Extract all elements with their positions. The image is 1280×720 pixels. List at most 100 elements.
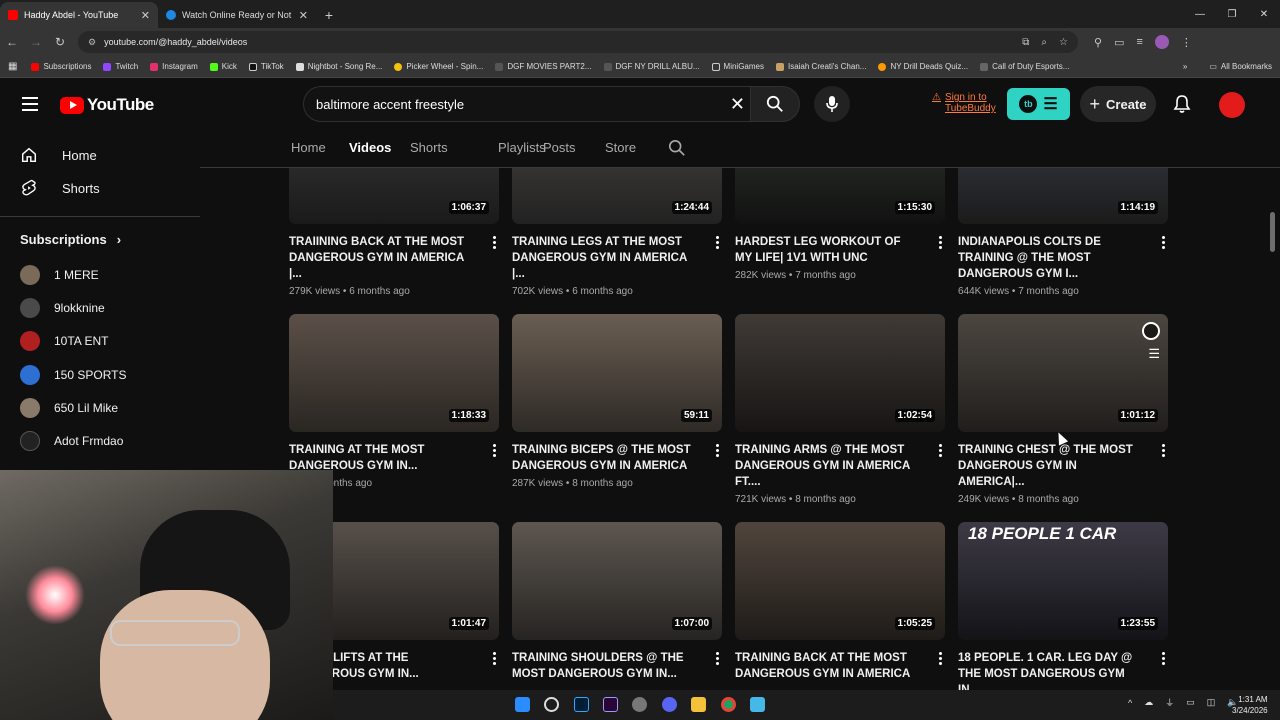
add-to-queue-icon[interactable]: ☰: [1148, 346, 1160, 362]
bookmark-item[interactable]: DGF NY DRILL ALBU...: [603, 62, 700, 71]
more-options-icon[interactable]: [1162, 444, 1166, 457]
tubebuddy-button[interactable]: tb ☰: [1007, 88, 1070, 120]
tubebuddy-signin-link[interactable]: ⚠ Sign in to TubeBuddy: [932, 92, 996, 114]
scrollbar-thumb[interactable]: [1270, 212, 1275, 252]
usb-icon[interactable]: ⏚: [1165, 696, 1174, 709]
tab-videos[interactable]: Videos: [349, 140, 391, 155]
video-title[interactable]: TRAINING LEGS AT THE MOST DANGEROUS GYM …: [512, 234, 697, 282]
video-title[interactable]: TRAINING SHOULDERS @ THE MOST DANGEROUS …: [512, 650, 697, 682]
video-card[interactable]: 1:07:00 TRAINING SHOULDERS @ THE MOST DAN…: [512, 522, 722, 686]
start-icon[interactable]: [515, 697, 530, 712]
more-options-icon[interactable]: [716, 236, 720, 249]
back-icon[interactable]: ←: [0, 30, 24, 54]
video-card[interactable]: 1:05:25 TRAINING BACK AT THE MOST DANGERO…: [735, 522, 945, 686]
close-tab-icon[interactable]: ✕: [299, 9, 308, 22]
tab-home[interactable]: Home: [291, 140, 326, 155]
bookmark-item[interactable]: MiniGames: [711, 62, 764, 71]
create-button[interactable]: + Create: [1080, 86, 1156, 122]
video-thumbnail[interactable]: 1:01:12 ☰: [958, 314, 1168, 432]
tab-playlists[interactable]: Playlists: [498, 140, 546, 155]
install-app-icon[interactable]: ⧉: [1022, 37, 1029, 48]
address-bar[interactable]: ⚙ youtube.com/@haddy_abdel/videos ⧉ ⌕ ☆: [78, 31, 1078, 53]
tab-store[interactable]: Store: [605, 140, 636, 155]
video-title[interactable]: TRAINING ARMS @ THE MOST DANGEROUS GYM I…: [735, 442, 920, 490]
app-icon[interactable]: [632, 697, 647, 712]
video-thumbnail[interactable]: 1:05:25: [735, 522, 945, 640]
bookmark-star-icon[interactable]: ☆: [1059, 37, 1068, 48]
video-card[interactable]: 1:18:33 TRAINING AT THE MOST DANGEROUS GY…: [289, 314, 499, 489]
discord-icon[interactable]: [662, 697, 677, 712]
premiere-icon[interactable]: [603, 697, 618, 712]
notepad-icon[interactable]: [750, 697, 765, 712]
search-button[interactable]: [750, 86, 800, 122]
video-thumbnail[interactable]: 18 PEOPLE 1 CAR 1:23:55: [958, 522, 1168, 640]
hamburger-menu-icon[interactable]: [22, 97, 38, 111]
sidebar-item-home[interactable]: Home: [20, 146, 97, 164]
video-card[interactable]: 18 PEOPLE 1 CAR 1:23:55 18 PEOPLE. 1 CAR. …: [958, 522, 1168, 702]
bookmark-item[interactable]: Call of Duty Esports...: [980, 62, 1069, 71]
clear-search-icon[interactable]: ✕: [730, 94, 745, 115]
more-options-icon[interactable]: [939, 652, 943, 665]
chevron-up-icon[interactable]: ^: [1128, 698, 1132, 708]
network-icon[interactable]: ◫: [1207, 697, 1216, 708]
more-options-icon[interactable]: [939, 236, 943, 249]
more-options-icon[interactable]: [1162, 236, 1166, 249]
zoom-icon[interactable]: ⌕: [1041, 37, 1047, 48]
taskbar-clock[interactable]: 1:31 AM 3/24/2026: [1232, 694, 1268, 716]
more-bookmarks-icon[interactable]: »: [1183, 62, 1187, 71]
chrome-icon[interactable]: [721, 697, 736, 712]
video-card[interactable]: 1:01:12 ☰ TRAINING CHEST @ THE MOST DANGER…: [958, 314, 1168, 505]
all-bookmarks-button[interactable]: All Bookmarks: [1221, 62, 1272, 71]
more-options-icon[interactable]: [493, 236, 497, 249]
video-title[interactable]: TRAIINING BACK AT THE MOST DANGEROUS GYM…: [289, 234, 474, 282]
video-card[interactable]: 1:02:54 TRAINING ARMS @ THE MOST DANGEROU…: [735, 314, 945, 505]
bookmark-item[interactable]: DGF MOVIES PART2...: [495, 62, 592, 71]
voice-search-button[interactable]: [814, 86, 850, 122]
video-title[interactable]: HARDEST LEG WORKOUT OF MY LIFE| 1v1 WITH…: [735, 234, 920, 266]
reload-icon[interactable]: ↻: [48, 30, 72, 54]
extensions-icon[interactable]: ⚲: [1094, 36, 1102, 49]
more-options-icon[interactable]: [493, 652, 497, 665]
tab-shorts[interactable]: Shorts: [410, 140, 448, 155]
file-explorer-icon[interactable]: [691, 697, 706, 712]
more-options-icon[interactable]: [716, 652, 720, 665]
new-tab-button[interactable]: +: [316, 2, 342, 28]
video-thumbnail[interactable]: 59:11: [512, 314, 722, 432]
bookmark-item[interactable]: Subscriptions: [31, 62, 91, 71]
watch-later-icon[interactable]: [1142, 322, 1160, 340]
video-card[interactable]: 59:11 TRAINING BICEPS @ THE MOST DANGEROU…: [512, 314, 722, 489]
video-title[interactable]: TRAINING BICEPS @ THE MOST DANGEROUS GYM…: [512, 442, 697, 474]
close-window-icon[interactable]: ✕: [1248, 0, 1280, 28]
media-icon[interactable]: ≡: [1136, 36, 1142, 48]
minimize-icon[interactable]: —: [1184, 0, 1216, 28]
more-options-icon[interactable]: [1162, 652, 1166, 665]
browser-tab-watch[interactable]: Watch Online Ready or Not 2: H ✕: [158, 2, 316, 28]
site-info-icon[interactable]: ⚙: [88, 37, 96, 48]
close-tab-icon[interactable]: ✕: [141, 9, 150, 22]
tab-posts[interactable]: Posts: [543, 140, 576, 155]
bookmark-item[interactable]: Picker Wheel - Spin...: [394, 62, 483, 71]
video-title[interactable]: INDIANAPOLIS COLTS DE TRAINING @ THE MOS…: [958, 234, 1143, 282]
menu-icon[interactable]: ⋮: [1181, 36, 1192, 49]
photoshop-icon[interactable]: [574, 697, 589, 712]
forward-icon[interactable]: →: [24, 30, 48, 54]
profile-avatar[interactable]: [1154, 35, 1169, 49]
bookmark-item[interactable]: Kick: [209, 62, 237, 71]
notifications-bell-icon[interactable]: [1172, 94, 1192, 119]
cloud-icon[interactable]: ☁: [1144, 697, 1153, 708]
more-options-icon[interactable]: [493, 444, 497, 457]
bookmark-item[interactable]: Isaiah Creati's Chan...: [775, 62, 866, 71]
more-options-icon[interactable]: [939, 444, 943, 457]
account-avatar[interactable]: [1219, 92, 1245, 118]
browser-tab-youtube[interactable]: Haddy Abdel - YouTube ✕: [0, 2, 158, 28]
channel-search-icon[interactable]: [668, 139, 686, 157]
bookmark-item[interactable]: TikTok: [248, 62, 284, 71]
bookmark-item[interactable]: NY Drill Deads Quiz...: [878, 62, 968, 71]
search-input[interactable]: baltimore accent freestyle ✕: [303, 86, 758, 122]
restore-icon[interactable]: ❐: [1216, 0, 1248, 28]
video-thumbnail[interactable]: 1:18:33: [289, 314, 499, 432]
more-options-icon[interactable]: [716, 444, 720, 457]
video-title[interactable]: TRAINING BACK AT THE MOST DANGEROUS GYM …: [735, 650, 920, 682]
bookmark-item[interactable]: Nightbot - Song Re...: [295, 62, 382, 71]
video-thumbnail[interactable]: 1:02:54: [735, 314, 945, 432]
